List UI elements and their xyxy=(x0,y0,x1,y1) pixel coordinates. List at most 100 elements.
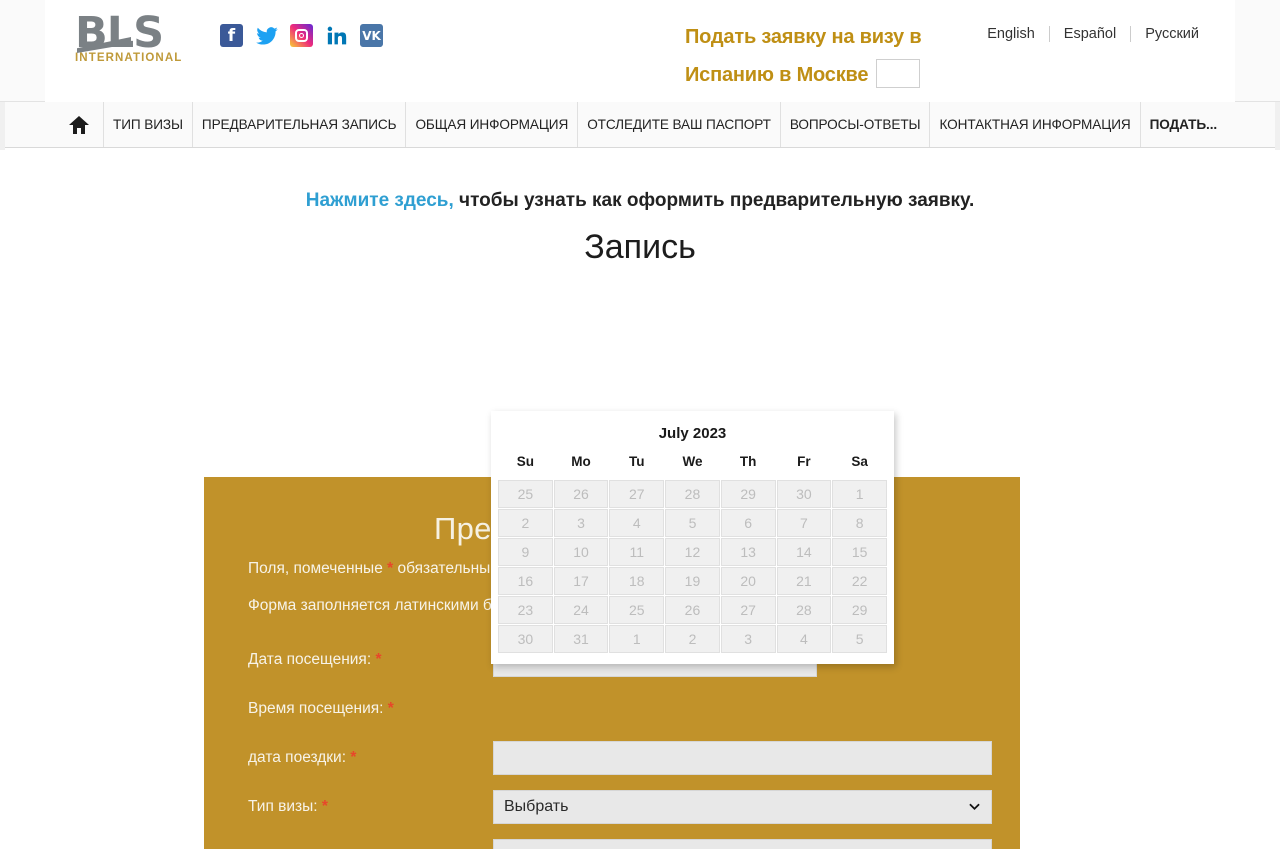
datepicker-grid: Su Mo Tu We Th Fr Sa 25 26 27 28 29 30 1… xyxy=(497,452,888,654)
datepicker-weekday-row: Su Mo Tu We Th Fr Sa xyxy=(498,453,887,479)
page-root: BLS INTERNATIONAL f VK Follow Us Подать … xyxy=(0,0,1280,849)
day-cell: 26 xyxy=(553,480,609,508)
weekday-tu: Tu xyxy=(629,454,645,469)
day-cell: 6 xyxy=(720,509,776,537)
day-cell: 4 xyxy=(609,509,665,537)
day-cell: 7 xyxy=(776,509,832,537)
label-visit-date-text: Дата посещения: xyxy=(248,650,372,668)
nav-item-apply[interactable]: ПОДАТЬ... xyxy=(1141,102,1227,147)
notice-text: Нажмите здесь, чтобы узнать как оформить… xyxy=(0,190,1280,212)
language-switcher: English Español Русский xyxy=(973,26,1213,42)
nav-item-home[interactable] xyxy=(45,102,104,147)
logo-subtitle: INTERNATIONAL xyxy=(75,52,183,64)
linkedin-glyph xyxy=(327,26,346,44)
social-links: f VK Follow Us xyxy=(220,24,474,47)
required-asterisk: * xyxy=(387,699,394,717)
vk-icon[interactable]: VK xyxy=(360,24,383,47)
field-row-visit-time: Время посещения: * xyxy=(248,684,990,733)
control-travel-date xyxy=(493,740,992,775)
notice-link[interactable]: Нажмите здесь, xyxy=(306,190,454,211)
day-cell: 2 xyxy=(498,509,553,537)
page-header-title: Подать заявку на визу в Испанию в Москве xyxy=(685,18,1015,94)
bls-logo[interactable]: BLS INTERNATIONAL xyxy=(75,11,205,71)
follow-us-label[interactable]: Follow Us xyxy=(385,24,474,47)
weekday-sa: Sa xyxy=(851,454,868,469)
lang-espanol[interactable]: Español xyxy=(1050,26,1130,42)
weekday-su: Su xyxy=(516,454,534,469)
nav-item-track-passport[interactable]: ОТСЛЕДИТЕ ВАШ ПАСПОРТ xyxy=(578,102,781,147)
day-cell: 4 xyxy=(776,625,832,653)
day-cell: 26 xyxy=(665,596,720,624)
day-cell: 8 xyxy=(832,509,887,537)
day-cell: 27 xyxy=(720,596,776,624)
instagram-square-glyph xyxy=(295,29,308,42)
first-name-input[interactable] xyxy=(493,838,992,849)
day-cell: 3 xyxy=(553,509,609,537)
field-row-first-name: Имя: * xyxy=(248,831,992,849)
required-asterisk: * xyxy=(350,748,357,766)
label-visa-type: Тип визы: * xyxy=(248,798,493,816)
notice-rest: чтобы узнать как оформить предварительну… xyxy=(453,190,975,211)
datepicker-week-row: 30 31 1 2 3 4 5 xyxy=(498,625,887,653)
day-cell: 10 xyxy=(553,538,609,566)
lang-english[interactable]: English xyxy=(973,26,1049,42)
day-cell: 2 xyxy=(665,625,720,653)
day-cell: 21 xyxy=(776,567,832,595)
facebook-icon[interactable]: f xyxy=(220,24,243,47)
day-cell: 3 xyxy=(720,625,776,653)
day-cell: 1 xyxy=(832,480,887,508)
main-navigation: ТИП ВИЗЫ ПРЕДВАРИТЕЛЬНАЯ ЗАПИСЬ ОБЩАЯ ИН… xyxy=(0,102,1280,148)
day-cell: 25 xyxy=(498,480,553,508)
visa-type-select-wrap: Выбрать xyxy=(493,789,992,824)
day-cell: 29 xyxy=(720,480,776,508)
datepicker-week-row: 23 24 25 26 27 28 29 xyxy=(498,596,887,624)
control-first-name xyxy=(493,838,992,849)
day-cell: 5 xyxy=(665,509,720,537)
weekday-th: Th xyxy=(739,454,757,469)
day-cell: 19 xyxy=(665,567,720,595)
note-required-head: Поля, помеченные xyxy=(248,560,383,577)
label-travel-date: дата поездки: * xyxy=(248,749,493,767)
label-visa-type-text: Тип визы: xyxy=(248,797,318,815)
day-cell: 28 xyxy=(776,596,832,624)
russia-flag-icon xyxy=(876,59,921,88)
day-cell: 30 xyxy=(776,480,832,508)
nav-item-faq[interactable]: ВОПРОСЫ-ОТВЕТЫ xyxy=(781,102,931,147)
linkedin-icon[interactable] xyxy=(325,24,348,47)
twitter-icon[interactable] xyxy=(255,24,278,47)
day-cell: 11 xyxy=(609,538,665,566)
nav-item-visa-type[interactable]: ТИП ВИЗЫ xyxy=(104,102,193,147)
datepicker-popup: July 2023 Su Mo Tu We Th Fr Sa 25 26 27 … xyxy=(491,411,894,664)
header-title-line2: Испанию в Москве xyxy=(685,64,869,86)
datepicker-week-row: 2 3 4 5 6 7 8 xyxy=(498,509,887,537)
day-cell: 1 xyxy=(609,625,665,653)
datepicker-week-row: 16 17 18 19 20 21 22 xyxy=(498,567,887,595)
datepicker-month-title: July 2023 xyxy=(658,425,727,442)
lang-russian[interactable]: Русский xyxy=(1131,26,1213,42)
nav-item-general-info[interactable]: ОБЩАЯ ИНФОРМАЦИЯ xyxy=(406,102,579,147)
home-icon xyxy=(69,115,89,134)
datepicker-week-row: 25 26 27 28 29 30 1 xyxy=(498,480,887,508)
day-cell: 22 xyxy=(832,567,887,595)
day-cell: 23 xyxy=(498,596,553,624)
day-cell: 12 xyxy=(665,538,720,566)
control-visa-type: Выбрать xyxy=(493,789,992,824)
travel-date-input[interactable] xyxy=(493,740,992,775)
datepicker-week-row: 9 10 11 12 13 14 15 xyxy=(498,538,887,566)
day-cell: 5 xyxy=(832,625,887,653)
required-asterisk: * xyxy=(321,797,328,815)
visa-type-select[interactable]: Выбрать xyxy=(493,789,992,824)
required-asterisk: * xyxy=(375,650,382,668)
weekday-mo: Mo xyxy=(571,454,591,469)
day-cell: 18 xyxy=(609,567,665,595)
header-inner: BLS INTERNATIONAL f VK Follow Us Подать … xyxy=(45,0,1235,102)
day-cell: 25 xyxy=(609,596,665,624)
nav-item-appointment[interactable]: ПРЕДВАРИТЕЛЬНАЯ ЗАПИСЬ xyxy=(193,102,407,147)
label-visit-date: Дата посещения: * xyxy=(248,651,493,669)
main-content: Нажмите здесь, чтобы узнать как оформить… xyxy=(0,190,1280,849)
day-cell: 20 xyxy=(720,567,776,595)
instagram-icon[interactable] xyxy=(290,24,313,47)
day-cell: 27 xyxy=(609,480,665,508)
nav-item-contact-info[interactable]: КОНТАКТНАЯ ИНФОРМАЦИЯ xyxy=(930,102,1141,147)
day-cell: 15 xyxy=(832,538,887,566)
